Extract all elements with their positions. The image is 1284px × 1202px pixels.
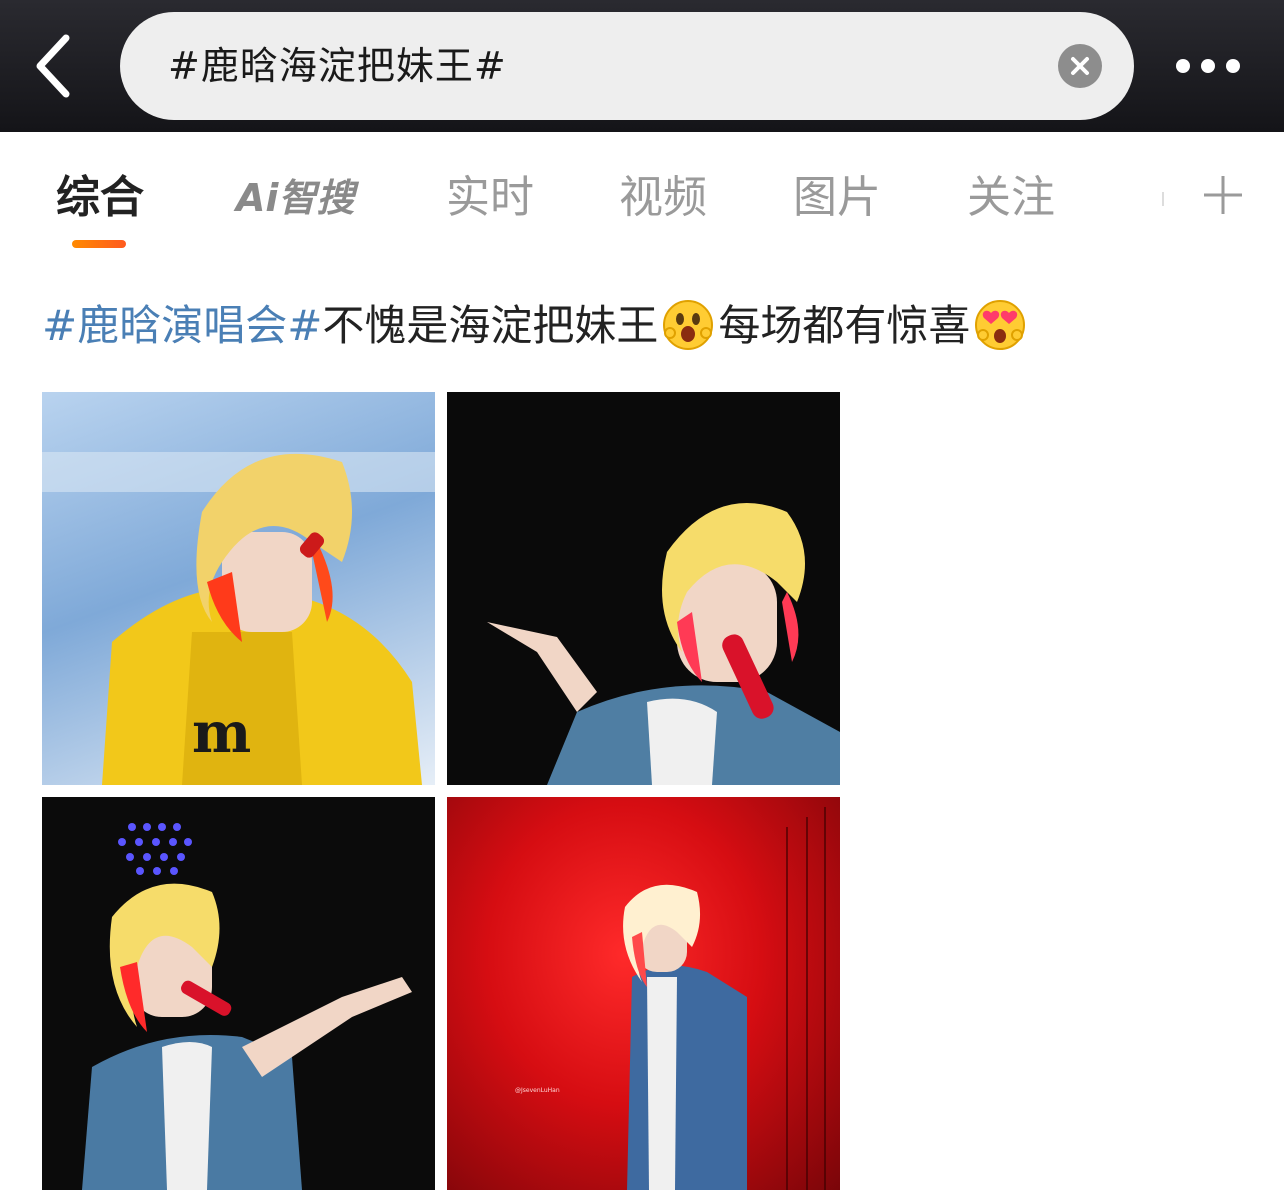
concert-photo-red-stage[interactable]: @JsevenLuHan [447, 797, 840, 1190]
concert-photo-arm-outstretched[interactable] [42, 797, 435, 1190]
chevron-left-icon [36, 34, 70, 98]
add-tab-button[interactable] [1202, 174, 1244, 216]
tab-images[interactable]: 图片 [793, 170, 881, 226]
dot-icon [1226, 59, 1240, 73]
tab-comprehensive[interactable]: 综合 [56, 170, 144, 226]
tab-realtime[interactable]: 实时 [446, 170, 534, 226]
tab-following[interactable]: 关注 [967, 170, 1055, 226]
search-input[interactable]: #鹿晗海淀把妹王# [120, 12, 1134, 120]
top-bar: #鹿晗海淀把妹王# [0, 0, 1284, 132]
performer-illustration [487, 503, 840, 785]
performer-illustration [623, 807, 826, 1190]
post-text-part2: 每场都有惊喜 [718, 301, 971, 350]
concert-photo-pointing[interactable] [447, 392, 840, 785]
topic-link[interactable]: #鹿晗演唱会# [42, 301, 322, 350]
search-tabs: 综合 Ai智搜 实时 视频 图片 关注 [0, 132, 1284, 262]
svg-text:m: m [192, 700, 251, 766]
performer-illustration: m [42, 452, 435, 785]
heart-eyes-emoji-icon [975, 299, 1026, 350]
plus-icon [1204, 176, 1242, 214]
close-icon [1071, 57, 1089, 75]
active-tab-indicator [72, 240, 126, 248]
surprised-face-emoji-icon [663, 299, 714, 350]
tab-divider [1162, 192, 1164, 206]
dot-icon [1176, 59, 1190, 73]
post-text-part1: 不愧是海淀把妹王 [322, 301, 659, 350]
more-options-button[interactable] [1168, 52, 1248, 80]
concert-photo-yellow-jacket[interactable]: m [42, 392, 435, 785]
dot-icon [1201, 59, 1215, 73]
search-query-text: #鹿晗海淀把妹王# [168, 44, 507, 88]
performer-illustration [82, 823, 412, 1190]
ai-search-label: Ai智搜 [236, 176, 355, 220]
clear-search-button[interactable] [1058, 44, 1102, 88]
tab-ai-search[interactable]: Ai智搜 [236, 170, 354, 226]
post-text: #鹿晗演唱会#不愧是海淀把妹王 每场都有惊喜 [42, 296, 1030, 356]
back-button[interactable] [28, 30, 82, 102]
photo-watermark: @JsevenLuHan [515, 1087, 560, 1094]
tab-video[interactable]: 视频 [619, 170, 707, 226]
